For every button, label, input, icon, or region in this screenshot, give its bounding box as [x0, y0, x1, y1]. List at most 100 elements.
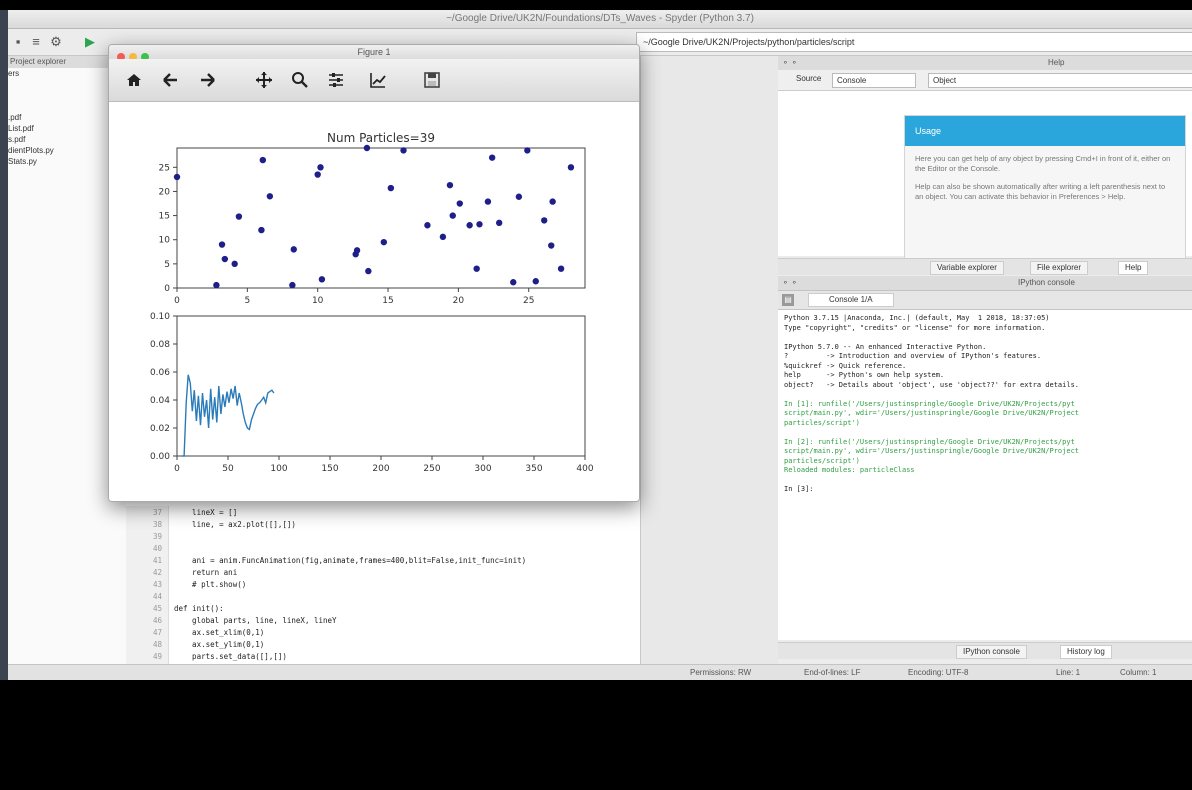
code-line[interactable]: 41 ani = anim.FuncAnimation(fig,animate,…	[126, 556, 526, 566]
y-tick-label: 20	[159, 187, 171, 197]
spyder-window: ~/Google Drive/UK2N/Foundations/DTs_Wave…	[8, 10, 1192, 680]
forward-icon[interactable]	[197, 69, 219, 91]
menu-icon[interactable]: ≡	[28, 34, 44, 50]
pan-icon[interactable]	[253, 69, 275, 91]
configure-icon[interactable]	[325, 69, 347, 91]
particle-point	[365, 267, 372, 275]
line-number: 38	[152, 520, 162, 529]
code-line[interactable]: 44	[126, 592, 174, 602]
code-line[interactable]: 40	[126, 544, 174, 554]
x-tick-label: 50	[222, 464, 234, 474]
console-line: In [1]: runfile('/Users/justinspringle/G…	[784, 399, 1075, 408]
console-tabbar: ▤ Console 1/A	[778, 291, 1192, 310]
particle-point	[258, 226, 265, 234]
code-line[interactable]: 47 ax.set_xlim(0,1)	[126, 628, 264, 638]
line-number: 48	[152, 640, 162, 649]
y-tick-label: 0.04	[150, 396, 170, 406]
status-encoding: Encoding: UTF-8	[908, 668, 969, 677]
console-tab[interactable]: Console 1/A	[808, 293, 894, 307]
x-tick-label: 400	[576, 464, 593, 474]
line-number: 49	[152, 652, 162, 661]
zoom-icon[interactable]	[289, 69, 311, 91]
code-text: ax.set_xlim(0,1)	[174, 628, 265, 637]
particle-point	[213, 281, 220, 289]
tab-ipython-console[interactable]: IPython console	[956, 645, 1027, 659]
y-tick-label: 0.10	[150, 312, 170, 322]
x-tick-label: 0	[174, 464, 180, 474]
particle-point	[400, 147, 407, 154]
help-toolbar: Source Console Object	[778, 70, 1192, 91]
particle-point	[532, 278, 539, 285]
usage-box: Usage Here you can get help of any objec…	[904, 115, 1186, 267]
code-line[interactable]: 38 line, = ax2.plot([],[])	[126, 520, 296, 530]
status-line: Line: 1	[1056, 668, 1081, 677]
usage-title: Usage	[905, 116, 1185, 146]
working-directory-path[interactable]: ~/Google Drive/UK2N/Projects/python/part…	[636, 32, 1192, 52]
console-controls-icon[interactable]: ⚬ ⚬	[782, 278, 798, 287]
y-tick-label: 0	[164, 284, 170, 294]
line-number: 40	[152, 544, 162, 553]
right-panel: ⚬ ⚬ Help Source Console Object Usage Her…	[778, 56, 1192, 664]
figure-window[interactable]: Figure 1 Num Particles=39 0 5 10 15 20 2…	[108, 44, 640, 502]
y-tick-label: 25	[159, 163, 170, 173]
particle-point	[456, 200, 463, 207]
back-icon[interactable]	[159, 69, 181, 91]
tab-variable-explorer[interactable]: Variable explorer	[930, 261, 1004, 275]
desktop-edge	[0, 10, 8, 680]
source-select[interactable]: Console	[832, 73, 916, 88]
home-icon[interactable]	[123, 69, 145, 91]
console-pane-title: IPython console	[1018, 278, 1075, 287]
line-number: 37	[152, 508, 162, 517]
particle-point	[476, 221, 483, 228]
save-icon[interactable]	[421, 69, 443, 91]
x-tick-label: 25	[523, 296, 534, 306]
figure-canvas[interactable]: Num Particles=39 0 5 10 15 20 25 0 5 10 15 20 25 0 50 1…	[109, 102, 639, 501]
code-text: global parts, line, lineX, lineY	[174, 616, 337, 625]
code-line[interactable]: 39	[126, 532, 174, 542]
console-output[interactable]: Python 3.7.15 |Anaconda, Inc.| (default,…	[778, 310, 1192, 640]
particle-point	[318, 276, 326, 283]
line-number: 41	[152, 556, 162, 565]
particle-point	[541, 217, 548, 224]
console-line: script/main.py', wdir='/Users/justinspri…	[784, 447, 1080, 455]
code-line[interactable]: 46 global parts, line, lineX, lineY	[126, 616, 337, 626]
run-icon[interactable]: ▶	[82, 34, 98, 50]
console-line: In [2]: runfile('/Users/justinspringle/G…	[784, 437, 1075, 446]
code-text: lineX = []	[174, 508, 238, 517]
status-column: Column: 1	[1120, 668, 1157, 677]
x-tick-label: 300	[474, 464, 491, 474]
particle-point	[466, 222, 473, 229]
particle-point	[380, 238, 388, 246]
x-tick-label: 20	[453, 296, 465, 306]
tab-file-explorer[interactable]: File explorer	[1030, 261, 1089, 275]
particle-point	[484, 198, 492, 205]
object-field[interactable]: Object	[928, 73, 1192, 88]
y-tick-label: 15	[159, 212, 170, 222]
code-area[interactable]: 37 lineX = [] 38 line, = ax2.plot([],[]) 3…	[126, 506, 640, 666]
code-line[interactable]: 43 # plt.show()	[126, 580, 246, 590]
pane-controls-icon[interactable]: ⚬ ⚬	[782, 58, 798, 67]
console-line: particles/script')	[784, 418, 860, 427]
settings-icon[interactable]: ⚙	[48, 34, 64, 50]
particle-point	[231, 260, 238, 268]
console-line: In [3]:	[784, 485, 814, 493]
line-number: 45	[152, 604, 162, 613]
code-line[interactable]: 37 lineX = []	[126, 508, 237, 518]
new-file-icon[interactable]: ▪	[10, 34, 26, 50]
console-line: Type "copyright", "credits" or "license"…	[784, 323, 1046, 332]
code-line[interactable]: 49 parts.set_data([],[])	[126, 652, 287, 662]
code-line[interactable]: 48 ax.set_ylim(0,1)	[126, 640, 264, 650]
edit-axes-icon[interactable]	[367, 69, 389, 91]
code-text: line, = ax2.plot([],[])	[174, 520, 296, 529]
console-line: particles/script')	[784, 456, 860, 465]
tab-help[interactable]: Help	[1118, 261, 1149, 275]
particle-point	[567, 164, 575, 171]
particle-point	[495, 219, 503, 227]
help-pane-header: ⚬ ⚬ Help	[778, 56, 1192, 71]
tab-history-log[interactable]: History log	[1060, 645, 1112, 659]
code-line[interactable]: 45 def init():	[126, 604, 224, 614]
line-number: 44	[152, 592, 162, 601]
code-line[interactable]: 42 return ani	[126, 568, 237, 578]
console-options-icon[interactable]: ▤	[782, 294, 794, 306]
console-line: Reloaded modules: particleClass	[784, 466, 915, 474]
